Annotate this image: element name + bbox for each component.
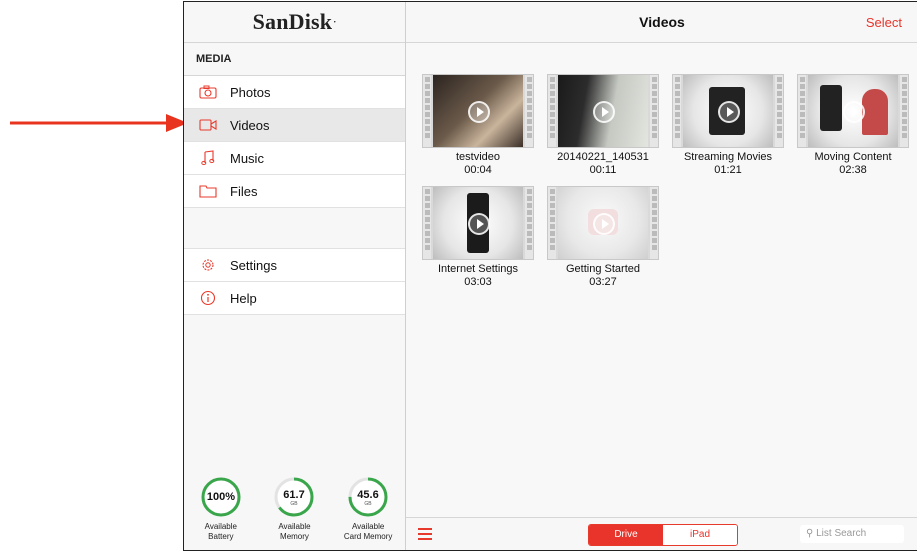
search-icon: ⚲ [806, 528, 814, 539]
brand-logo: SanDisk · [184, 2, 405, 43]
gauge-ring: 61.7 GB [274, 477, 314, 517]
gauge-label-1: Available [204, 522, 237, 531]
play-icon [468, 213, 490, 235]
gauge-ring: 100% [201, 477, 241, 517]
brand-mark: · [333, 17, 337, 27]
video-tile[interactable]: testvideo 00:04 [422, 74, 534, 177]
sidebar-item-label: Music [230, 150, 264, 166]
sidebar-item-label: Videos [230, 117, 270, 133]
gear-icon [198, 255, 218, 275]
info-icon [198, 288, 218, 308]
section-label-media: MEDIA [184, 43, 405, 76]
folder-icon [198, 181, 218, 201]
select-button[interactable]: Select [866, 15, 902, 30]
video-tile[interactable]: Getting Started 03:27 [547, 186, 659, 289]
play-icon [593, 101, 615, 123]
sidebar-item-label: Settings [230, 257, 277, 273]
video-duration: 00:04 [464, 164, 492, 176]
play-icon [843, 101, 865, 123]
sidebar-spacer [184, 208, 405, 249]
video-thumbnail[interactable] [547, 186, 659, 260]
video-thumbnail[interactable] [797, 74, 909, 148]
page-title: Videos [639, 14, 685, 30]
sidebar-item-photos[interactable]: Photos [184, 76, 405, 109]
play-icon [468, 101, 490, 123]
video-name: Moving Content [814, 151, 892, 163]
card-memory-gauge: 45.6 GB Available Card Memory [337, 475, 399, 542]
video-thumbnail[interactable] [547, 74, 659, 148]
video-thumbnail[interactable] [422, 74, 534, 148]
list-search-input[interactable]: ⚲ List Search [800, 525, 904, 543]
video-duration: 00:11 [589, 164, 617, 176]
gauge-ring: 45.6 GB [348, 477, 388, 517]
video-duration: 03:03 [464, 276, 492, 288]
gauge-label-1: Available [278, 522, 311, 531]
gauge-label-2: Memory [280, 532, 309, 541]
sidebar: SanDisk· MEDIA Photos Videos Music File [184, 2, 406, 550]
gauge-value: 61.7 [284, 489, 305, 501]
gauge-label-1: Available [351, 522, 385, 531]
video-tile[interactable]: Streaming Movies 01:21 [672, 74, 784, 177]
video-duration: 02:38 [839, 164, 867, 176]
video-name: Getting Started [566, 263, 640, 275]
video-name: Streaming Movies [683, 151, 773, 163]
segment-drive[interactable]: Drive [589, 525, 663, 545]
video-duration: 03:27 [589, 276, 617, 288]
battery-gauge: 100% Available Battery [190, 475, 252, 542]
gauge-value: 45.6 [357, 489, 378, 501]
status-gauges: 100% Available Battery 61.7 GB Available M… [184, 475, 405, 542]
hamburger-menu-icon[interactable] [418, 528, 432, 543]
memory-gauge: 61.7 GB Available Memory [263, 475, 325, 542]
video-thumbnail[interactable] [422, 186, 534, 260]
sidebar-item-music[interactable]: Music [184, 142, 405, 175]
sidebar-item-label: Help [230, 290, 257, 306]
bottom-toolbar: Drive iPad ⚲ List Search [406, 517, 917, 550]
sidebar-item-videos[interactable]: Videos [184, 109, 405, 142]
gauge-label-2: Card Memory [343, 532, 393, 541]
video-tile[interactable]: 20140221_140531 00:11 [547, 74, 659, 177]
gauge-unit: GB [291, 501, 299, 507]
annotation-arrow [10, 114, 188, 132]
gauge-value: 100% [207, 491, 235, 503]
video-name: testvideo [455, 151, 501, 163]
search-placeholder: List Search [816, 528, 867, 539]
video-camera-icon [198, 115, 218, 135]
camera-icon [198, 82, 218, 102]
sidebar-item-help[interactable]: Help [184, 282, 405, 315]
app-window: SanDisk· MEDIA Photos Videos Music File [183, 1, 917, 551]
play-icon [593, 213, 615, 235]
music-note-icon [198, 148, 218, 168]
video-duration: 01:21 [714, 164, 742, 176]
video-thumbnail[interactable] [672, 74, 784, 148]
sidebar-item-label: Files [230, 183, 258, 199]
source-segmented-control: Drive iPad [588, 524, 738, 546]
video-tile[interactable]: Moving Content 02:38 [797, 74, 909, 177]
gauge-label-2: Battery [208, 532, 234, 541]
video-tile[interactable]: Internet Settings 03:03 [422, 186, 534, 289]
gauge-unit: GB [365, 501, 373, 507]
brand-name: SanDisk [252, 9, 333, 34]
main-content: Videos Select testvideo 00:04 20140221_1… [406, 2, 917, 550]
segment-ipad[interactable]: iPad [663, 525, 737, 545]
play-icon [718, 101, 740, 123]
sidebar-item-label: Photos [230, 84, 271, 100]
header-bar: Videos Select [406, 2, 917, 43]
sidebar-item-files[interactable]: Files [184, 175, 405, 208]
video-name: Internet Settings [437, 263, 519, 275]
video-name: 20140221_140531 [557, 151, 649, 163]
sidebar-item-settings[interactable]: Settings [184, 249, 405, 282]
